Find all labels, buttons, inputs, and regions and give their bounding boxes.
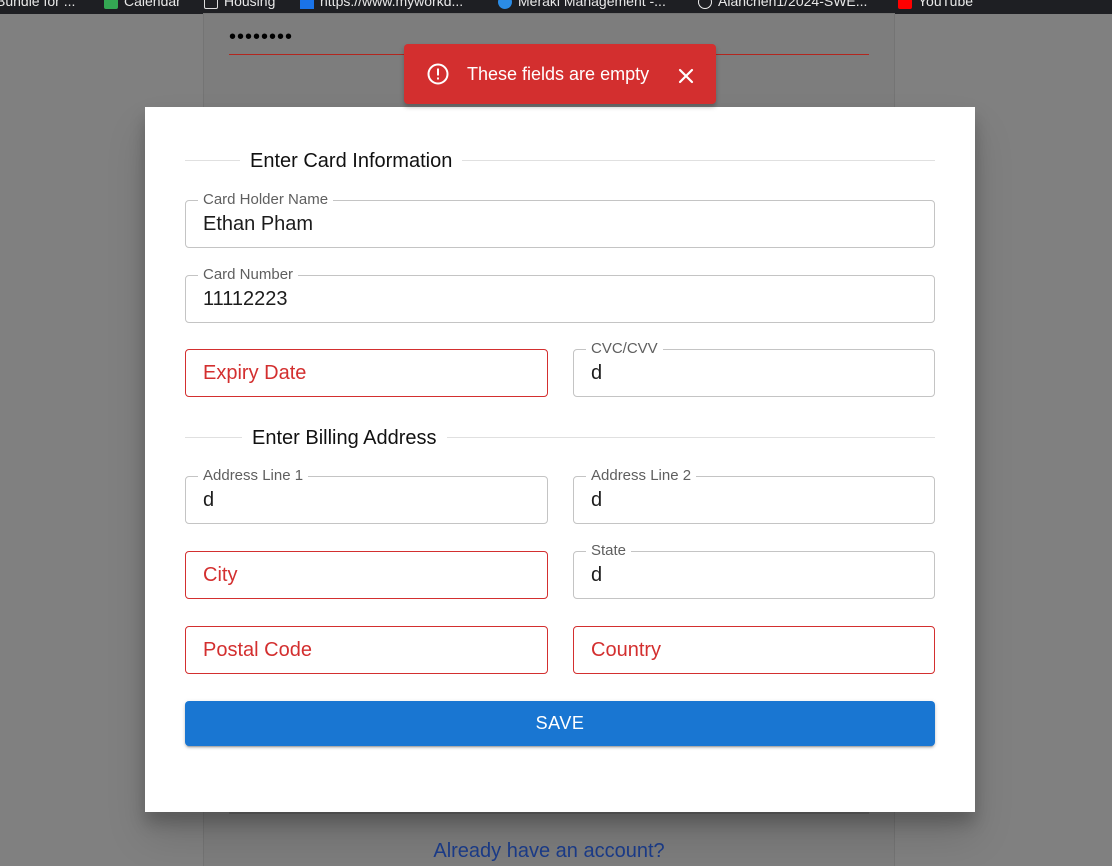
expiry-date-field[interactable]: Expiry Date bbox=[185, 349, 548, 397]
bookmarks-bar: Bundle for ... Calendar Housing https://… bbox=[0, 0, 1112, 14]
card-number-value: 11112223 bbox=[203, 288, 288, 310]
bookmark-item[interactable]: YouTube bbox=[898, 0, 973, 11]
card-holder-name-value: Ethan Pham bbox=[203, 213, 314, 235]
meraki-icon bbox=[498, 0, 512, 10]
bookmark-label: Housing bbox=[224, 0, 276, 9]
billing-section-title: Enter Billing Address bbox=[242, 427, 447, 450]
card-holder-name-label: Card Holder Name bbox=[198, 191, 334, 209]
card-holder-name-field[interactable]: Card Holder Name Ethan Pham bbox=[185, 191, 935, 248]
bookmark-item[interactable]: Alanchen1/2024-SWE... bbox=[698, 0, 867, 11]
cvc-value: d bbox=[591, 362, 603, 384]
card-number-field[interactable]: Card Number 11112223 bbox=[185, 266, 935, 323]
city-field[interactable]: City bbox=[185, 551, 548, 599]
bookmark-item[interactable]: https://www.myworkd... bbox=[300, 0, 463, 11]
error-icon bbox=[426, 62, 450, 86]
state-field[interactable]: State d bbox=[573, 542, 935, 599]
postal-code-field[interactable]: Postal Code bbox=[185, 626, 548, 674]
bookmark-item[interactable]: Housing bbox=[204, 0, 275, 11]
password-value: •••••••• bbox=[229, 26, 294, 48]
city-placeholder: City bbox=[203, 564, 238, 586]
signin-link[interactable]: Already have an account? bbox=[204, 840, 894, 863]
cvc-field[interactable]: CVC/CVV d bbox=[573, 340, 935, 397]
address-line-1-value: d bbox=[203, 489, 215, 511]
close-toast-button[interactable] bbox=[674, 64, 698, 88]
bookmark-label: https://www.myworkd... bbox=[320, 0, 464, 9]
country-field[interactable]: Country bbox=[573, 626, 935, 674]
youtube-icon bbox=[898, 0, 912, 10]
cvc-label: CVC/CVV bbox=[586, 340, 663, 358]
bookmark-label: Meraki Management -... bbox=[518, 0, 666, 9]
bookmark-label: Bundle for ... bbox=[0, 0, 76, 9]
address-line-1-field[interactable]: Address Line 1 d bbox=[185, 467, 548, 524]
state-label: State bbox=[586, 542, 632, 560]
address-line-2-value: d bbox=[591, 489, 603, 511]
address-line-1-label: Address Line 1 bbox=[198, 467, 309, 485]
bookmark-label: Alanchen1/2024-SWE... bbox=[718, 0, 868, 9]
payment-dialog: Enter Card Information Card Holder Name … bbox=[145, 107, 975, 812]
calendar-icon bbox=[104, 0, 118, 10]
error-toast: These fields are empty bbox=[404, 44, 716, 104]
github-icon bbox=[698, 0, 712, 10]
bookmark-item[interactable]: Meraki Management -... bbox=[498, 0, 666, 11]
postal-code-placeholder: Postal Code bbox=[203, 639, 312, 661]
bookmark-item[interactable]: Bundle for ... bbox=[0, 0, 75, 11]
toast-message: These fields are empty bbox=[467, 64, 650, 84]
country-placeholder: Country bbox=[591, 639, 662, 661]
workday-icon bbox=[300, 0, 314, 10]
close-icon bbox=[674, 68, 698, 91]
save-button[interactable]: SAVE bbox=[185, 701, 935, 746]
bookmark-label: Calendar bbox=[124, 0, 181, 9]
expiry-date-placeholder: Expiry Date bbox=[203, 362, 307, 384]
card-number-label: Card Number bbox=[198, 266, 299, 284]
address-line-2-label: Address Line 2 bbox=[586, 467, 697, 485]
card-section-title: Enter Card Information bbox=[240, 150, 463, 173]
folder-icon bbox=[204, 0, 218, 10]
bookmark-label: YouTube bbox=[918, 0, 974, 9]
address-line-2-field[interactable]: Address Line 2 d bbox=[573, 467, 935, 524]
bookmark-item[interactable]: Calendar bbox=[104, 0, 181, 11]
divider bbox=[229, 812, 869, 814]
state-value: d bbox=[591, 564, 603, 586]
